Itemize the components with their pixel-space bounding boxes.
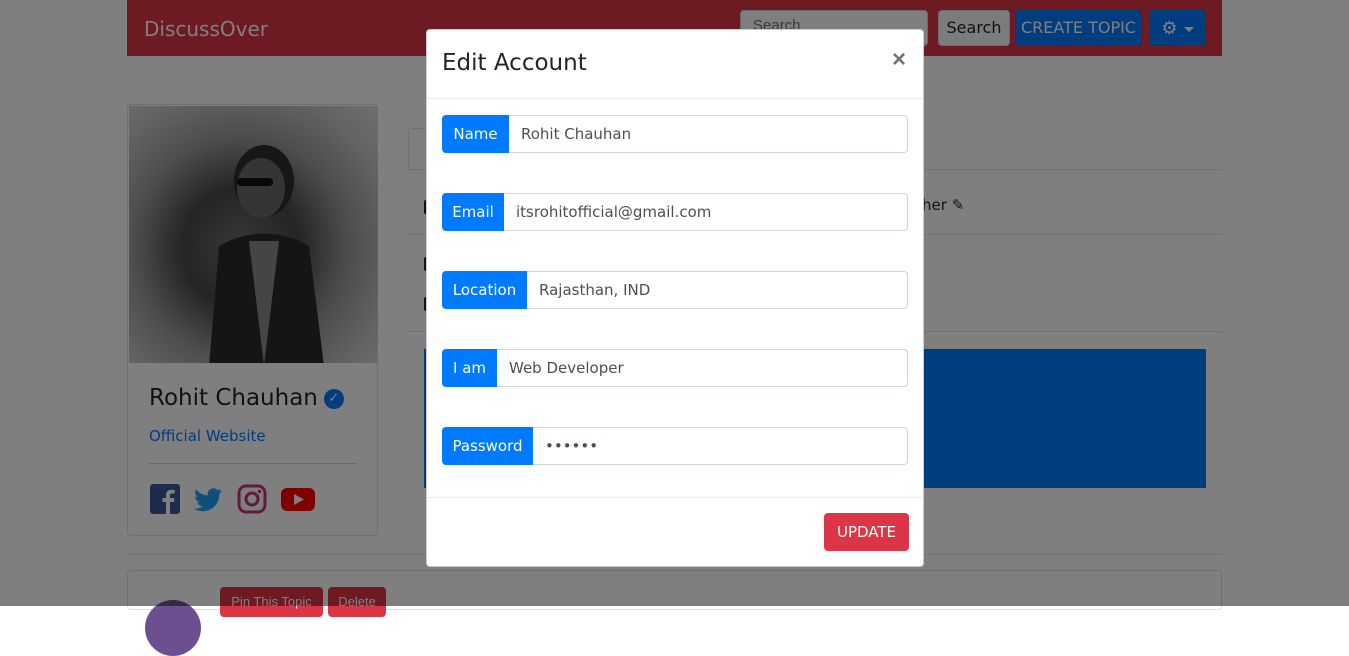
modal-footer-divider [427,497,923,498]
update-button[interactable]: UPDATE [824,513,909,551]
location-label: Location [442,271,527,309]
occupation-field: I am Web Developer [442,349,908,387]
modal-header: Edit Account × [427,30,923,99]
email-input[interactable]: itsrohitofficial@gmail.com [504,193,908,231]
name-input[interactable]: Rohit Chauhan [509,115,908,153]
location-input[interactable]: Rajasthan, IND [527,271,908,309]
email-label: Email [442,193,504,231]
name-label: Name [442,115,509,153]
password-input[interactable]: •••••• [533,427,908,465]
location-field: Location Rajasthan, IND [442,271,908,309]
close-icon[interactable]: × [888,47,910,73]
page: DiscussOver Search Search CREATE TOPIC ⚙… [0,0,1349,656]
password-field: Password •••••• [442,427,908,465]
modal-title: Edit Account [442,50,587,76]
password-label: Password [442,427,533,465]
edit-account-modal: Edit Account × Name Rohit Chauhan Email … [426,29,924,567]
avatar [145,600,201,656]
occupation-input[interactable]: Web Developer [497,349,908,387]
name-field: Name Rohit Chauhan [442,115,908,153]
occupation-label: I am [442,349,497,387]
email-field: Email itsrohitofficial@gmail.com [442,193,908,231]
